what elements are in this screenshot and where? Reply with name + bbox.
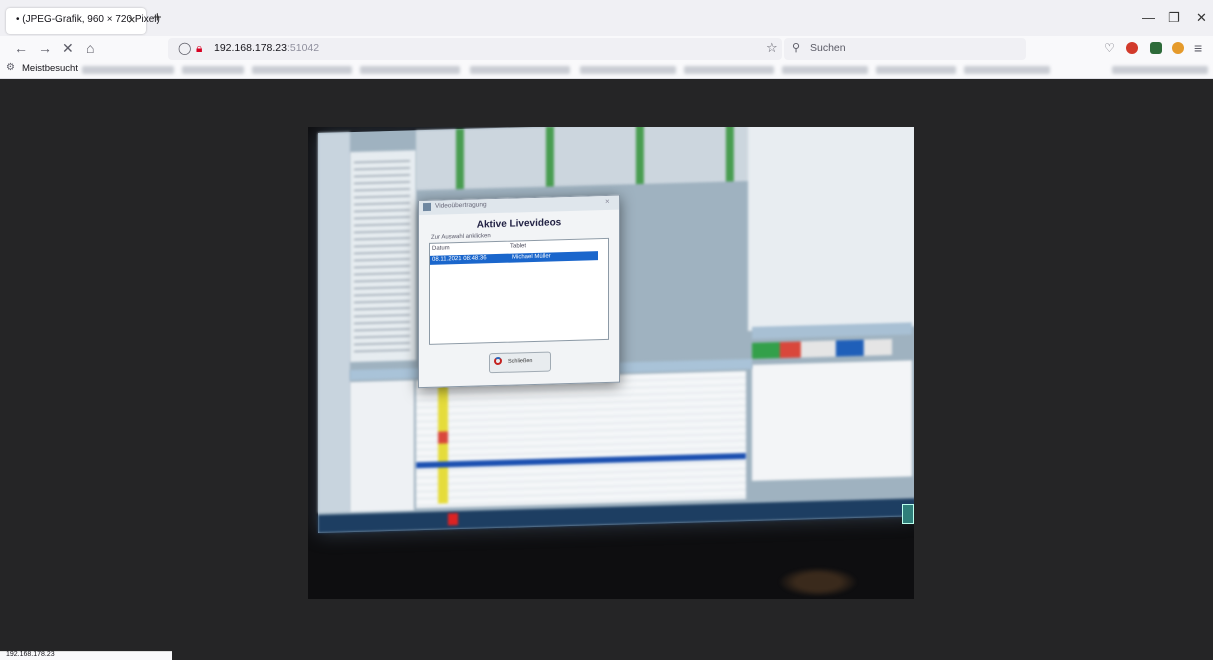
app-right-panel <box>748 127 914 331</box>
app-filter-panel <box>350 380 414 513</box>
column-header-tablet[interactable]: Tablet <box>510 243 526 249</box>
search-icon: ⚲ <box>792 42 801 54</box>
bookmark-item[interactable] <box>82 66 174 74</box>
column-header-date[interactable]: Datum <box>432 245 450 251</box>
list-item[interactable]: 08.11.2021 08:48:36 Michael Müller <box>430 251 598 265</box>
navigation-toolbar: ← → ✕ ⌂ ◯ 🔒︎ 192.168.178.23:51042 ☆ ⚲ Su… <box>0 36 1213 62</box>
dialog-titlebar: Videoübertragung × <box>419 195 619 216</box>
device-icon <box>902 504 914 524</box>
app-vehicle-status <box>416 127 776 191</box>
menu-icon[interactable]: ≡ <box>1194 40 1202 56</box>
extension-icon[interactable] <box>1150 42 1162 54</box>
desk-object <box>778 567 858 597</box>
list-item-date: 08.11.2021 08:48:36 <box>432 255 487 263</box>
close-button[interactable]: Schließen <box>489 351 551 374</box>
live-video-list[interactable]: Datum Tablet 08.11.2021 08:48:36 Michael… <box>429 237 609 345</box>
star-icon[interactable]: ☆ <box>766 40 778 56</box>
url-bar[interactable]: ◯ 🔒︎ 192.168.178.23:51042 ☆ <box>168 38 782 60</box>
home-icon[interactable]: ⌂ <box>86 40 94 56</box>
bookmark-most-visited[interactable]: Meistbesucht <box>22 63 78 74</box>
shield-icon[interactable]: ◯ <box>178 41 191 55</box>
bookmark-item[interactable] <box>782 66 868 74</box>
pocket-icon[interactable]: ♡ <box>1104 41 1115 55</box>
search-input[interactable]: ⚲ Suchen <box>784 38 1026 60</box>
forward-icon[interactable]: → <box>38 40 52 56</box>
bookmark-item[interactable] <box>470 66 570 74</box>
app-priority-column <box>438 383 448 504</box>
extension-icon[interactable] <box>1172 42 1184 54</box>
gear-icon: ⚙ <box>6 62 15 73</box>
bookmark-item[interactable] <box>182 66 244 74</box>
bookmark-item[interactable] <box>684 66 774 74</box>
tab-strip: • (JPEG-Grafik, 960 × 720 Pixel) × + — ❐… <box>0 0 1213 36</box>
close-icon[interactable]: × <box>605 197 610 206</box>
window-close-icon[interactable]: ✕ <box>1196 10 1207 26</box>
app-info-panel <box>752 360 912 481</box>
bookmark-item[interactable] <box>964 66 1050 74</box>
app-left-panel <box>318 132 350 514</box>
app-station-rows <box>354 156 410 356</box>
app-mission-table <box>416 371 746 509</box>
list-item-tablet: Michael Müller <box>512 253 551 261</box>
bookmark-item[interactable] <box>1112 66 1208 74</box>
reload-stop-icon[interactable]: ✕ <box>62 40 74 57</box>
maximize-icon[interactable]: ❐ <box>1168 10 1180 26</box>
taskbar-app-icon <box>448 513 458 526</box>
close-icon <box>494 356 502 366</box>
live-video-dialog: Videoübertragung × Aktive Livevideos Zur… <box>418 194 620 389</box>
dialog-title: Videoübertragung <box>435 201 487 210</box>
bookmark-item[interactable] <box>360 66 460 74</box>
tab-active[interactable]: • (JPEG-Grafik, 960 × 720 Pixel) × <box>6 8 160 34</box>
url-text[interactable]: 192.168.178.23:51042 <box>214 42 319 54</box>
monitor-screen: Videoübertragung × Aktive Livevideos Zur… <box>318 127 914 533</box>
dialog-hint: Zur Auswahl anklicken <box>431 233 491 241</box>
search-placeholder: Suchen <box>810 42 846 54</box>
app-status-buttons <box>752 338 892 359</box>
dialog-app-icon <box>423 202 431 212</box>
bookmarks-toolbar: ⚙ Meistbesucht <box>0 62 1213 79</box>
url-port: :51042 <box>287 42 320 54</box>
close-button-label: Schließen <box>508 358 533 365</box>
bookmark-item[interactable] <box>876 66 956 74</box>
jpeg-image[interactable]: Videoübertragung × Aktive Livevideos Zur… <box>308 127 914 599</box>
minimize-icon[interactable]: — <box>1142 10 1155 25</box>
dialog-heading: Aktive Livevideos <box>476 217 562 231</box>
tab-title: • (JPEG-Grafik, 960 × 720 Pixel) <box>16 14 160 25</box>
url-host: 192.168.178.23 <box>214 42 287 54</box>
close-icon[interactable]: × <box>128 12 136 27</box>
bookmark-item[interactable] <box>252 66 352 74</box>
lock-warning-icon[interactable]: 🔒︎ <box>196 41 202 56</box>
status-url: 192.168.178.23 <box>6 651 55 658</box>
back-icon[interactable]: ← <box>14 40 28 56</box>
new-tab-icon[interactable]: + <box>153 9 162 26</box>
bookmark-item[interactable] <box>580 66 676 74</box>
extension-icon[interactable] <box>1126 42 1138 54</box>
